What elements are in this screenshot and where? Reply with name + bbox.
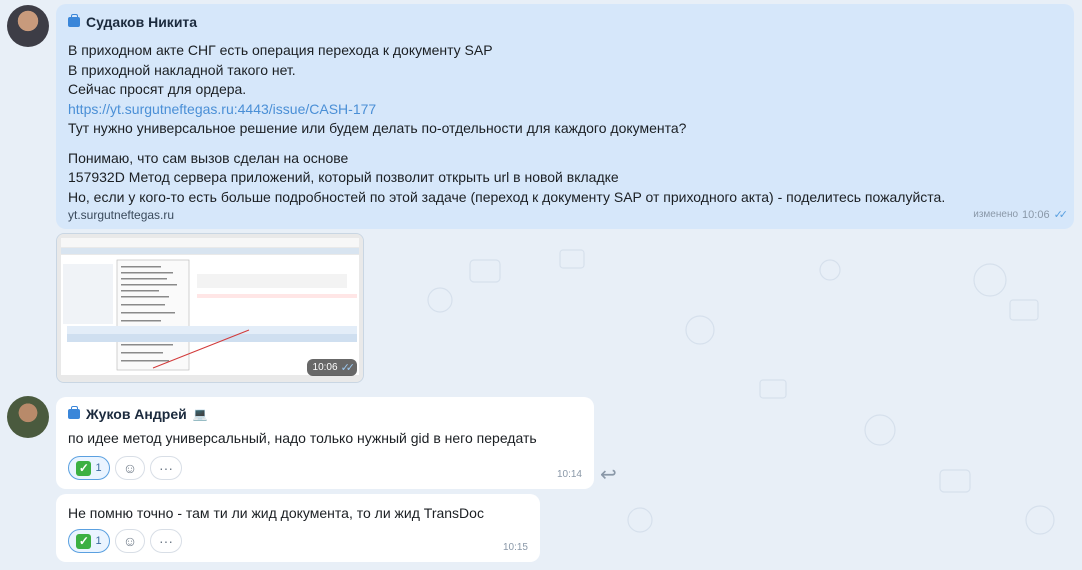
avatar-zhukov[interactable] <box>7 396 49 438</box>
reaction-checkmark[interactable]: ✓ 1 <box>68 529 110 553</box>
reply-arrow-icon[interactable]: ↩ <box>600 462 617 487</box>
message-time: 10:15 <box>502 542 528 553</box>
more-icon: ··· <box>159 533 173 549</box>
checkmark-icon: ✓ <box>76 533 92 549</box>
message-bubble-1: Судаков Никита В приходном акте СНГ есть… <box>56 4 1074 229</box>
issue-link[interactable]: https://yt.surgutneftegas.ru:4443/issue/… <box>68 100 1062 120</box>
read-checks-icon: ✓✓ <box>1053 209 1069 221</box>
more-actions-button[interactable]: ··· <box>150 456 182 480</box>
read-checks-icon: ✓✓ <box>340 362 356 374</box>
message-text: В приходном акте СНГ есть операция перех… <box>68 41 1062 207</box>
image-time: 10:06 ✓✓ <box>306 359 357 376</box>
link-preview-domain[interactable]: yt.surgutneftegas.ru <box>68 208 1062 222</box>
add-reaction-button[interactable]: ☺ <box>115 456 145 480</box>
message-author[interactable]: Жуков Андрей 💻 <box>68 406 582 422</box>
message-meta: изменено 10:06 ✓✓ <box>973 208 1069 222</box>
briefcase-icon <box>68 406 80 419</box>
message-time: 10:14 <box>556 469 582 480</box>
more-icon: ··· <box>159 460 173 476</box>
message-text: по идее метод универсальный, надо только… <box>68 430 537 446</box>
message-text: Не помню точно - там ти ли жид документа… <box>68 505 484 521</box>
reaction-checkmark[interactable]: ✓ 1 <box>68 456 110 480</box>
message-author[interactable]: Судаков Никита <box>68 14 1062 30</box>
smile-icon: ☺ <box>122 533 138 549</box>
message-bubble-4: Не помню точно - там ти ли жид документа… <box>56 494 540 562</box>
message-bubble-3: Жуков Андрей 💻 по идее метод универсальн… <box>56 397 594 489</box>
add-reaction-button[interactable]: ☺ <box>115 529 145 553</box>
screenshot-image[interactable]: 10:06 ✓✓ <box>56 233 364 383</box>
smile-icon: ☺ <box>122 460 138 476</box>
laptop-emoji: 💻 <box>192 407 208 421</box>
avatar-sudakov[interactable] <box>7 5 49 47</box>
more-actions-button[interactable]: ··· <box>150 529 182 553</box>
briefcase-icon <box>68 14 80 27</box>
checkmark-icon: ✓ <box>76 460 92 476</box>
